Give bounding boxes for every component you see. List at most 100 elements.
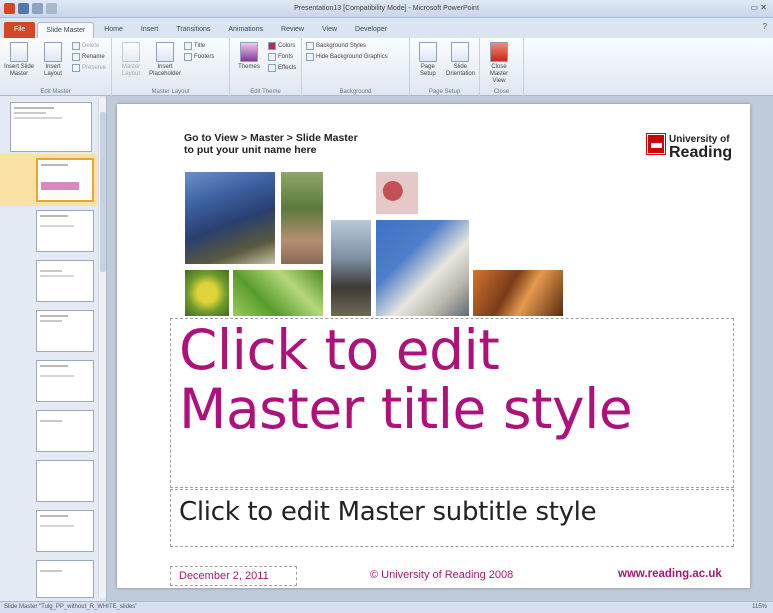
close-master-view-button[interactable]: Close Master View [484,40,514,96]
photo-basketball [331,220,371,316]
rename-label: Rename [82,54,105,60]
zoom-level[interactable]: 115% [752,604,767,610]
title-checkbox-label: Title [194,43,206,49]
preserve-button[interactable]: Preserve [72,64,106,72]
insert-slide-master-button[interactable]: Insert Slide Master [4,40,34,96]
status-bar: Slide Master "Tulg_PP_without_R_WHITE_sl… [0,601,773,613]
photo-modern-building [376,220,469,316]
hide-background-label: Hide Background Graphics [316,54,388,60]
tab-view[interactable]: View [314,22,345,38]
logo-line2: Reading [669,144,733,161]
insert-placeholder-button[interactable]: Insert Placeholder [149,40,181,96]
background-styles-button[interactable]: Background Styles [306,42,388,50]
instruction-line2: to put your unit name here [184,144,317,156]
title-placeholder[interactable]: Click to edit Master title style [170,318,734,488]
group-page-setup: Page Setup Slide Orientation Page Setup [410,38,480,96]
master-layout-label: Master Layout [121,64,141,77]
title-text: Click to edit Master title style [179,318,633,441]
tab-home[interactable]: Home [96,22,131,38]
hide-background-checkbox[interactable]: Hide Background Graphics [306,53,388,61]
thumbnail-layout[interactable] [36,560,94,598]
slide-orientation-label: Slide Orientation [445,64,476,77]
ribbon: Insert Slide Master Insert Layout Delete… [0,38,773,96]
group-label: Edit Master [40,89,71,95]
insert-layout-button[interactable]: Insert Layout [38,40,68,96]
group-edit-master: Insert Slide Master Insert Layout Delete… [0,38,112,96]
slide-thumbnail-pane [0,96,107,601]
workspace: Go to View > Master > Slide Master to pu… [0,96,773,601]
footer-url: www.reading.ac.uk [618,568,722,580]
group-label: Page Setup [428,89,461,95]
instruction-line1: Go to View > Master > Slide Master [184,132,358,144]
group-master-layout: Master Layout Insert Placeholder Title F… [112,38,230,96]
tab-developer[interactable]: Developer [347,22,395,38]
thumbnail-layout[interactable] [36,210,94,252]
subtitle-text: Click to edit Master subtitle style [179,497,597,527]
tab-review[interactable]: Review [273,22,312,38]
tab-transitions[interactable]: Transitions [168,22,218,38]
photo-abstract [473,270,563,316]
thumbnail-scrollbar[interactable] [98,98,106,598]
group-edit-theme: Themes Colors Fonts Effects Edit Theme [230,38,302,96]
insert-layout-label: Insert Layout [43,64,62,77]
slide-orientation-button[interactable]: Slide Orientation [446,40,475,96]
insert-slide-master-label: Insert Slide Master [4,64,35,77]
close-master-view-label: Close Master View [489,64,509,84]
slide-canvas[interactable]: Go to View > Master > Slide Master to pu… [117,104,750,588]
tab-slide-master[interactable]: Slide Master [37,22,95,38]
thumbnail-layout-title[interactable] [36,158,94,202]
window-title: Presentation13 [Compatibility Mode] - Mi… [294,5,479,12]
ribbon-tabs: File Slide Master Home Insert Transition… [0,18,773,38]
title-line1: Click to edit [179,318,500,382]
status-left: Slide Master "Tulg_PP_without_R_WHITE_sl… [4,604,138,610]
help-icon[interactable]: ? [763,22,767,31]
background-styles-label: Background Styles [316,43,367,49]
master-layout-button[interactable]: Master Layout [116,40,146,96]
window-controls[interactable]: ▭ ✕ [751,3,767,12]
thumbnail-layout[interactable] [36,360,94,402]
themes-button[interactable]: Themes [234,40,264,96]
effects-button[interactable]: Effects [268,64,296,72]
preserve-label: Preserve [82,65,107,71]
crest-icon [646,133,666,155]
footers-checkbox-label: Footers [194,54,215,60]
delete-button[interactable]: Delete [72,42,106,50]
date-placeholder[interactable]: December 2, 2011 [170,566,297,586]
subtitle-placeholder[interactable]: Click to edit Master subtitle style [170,489,734,547]
photo-sculpture [376,172,418,214]
group-label: Background [339,89,372,95]
title-line2: Master title style [179,377,633,441]
thumbnail-layout[interactable] [36,510,94,552]
title-bar: Presentation13 [Compatibility Mode] - Mi… [0,0,773,18]
tab-insert[interactable]: Insert [133,22,167,38]
group-label: Edit Theme [250,89,281,95]
page-setup-label: Page Setup [419,64,436,77]
thumbnail-layout[interactable] [36,410,94,452]
page-setup-button[interactable]: Page Setup [414,40,442,96]
insert-placeholder-label: Insert Placeholder [149,64,181,77]
group-background: Background Styles Hide Background Graphi… [302,38,410,96]
tab-animations[interactable]: Animations [220,22,271,38]
thumbnail-layout[interactable] [36,460,94,502]
group-label: Master Layout [151,89,190,95]
photo-flowers [185,270,229,316]
university-logo: University of Reading [646,133,733,161]
delete-label: Delete [82,43,100,49]
footer-copyright: © University of Reading 2008 [370,569,514,581]
fonts-button[interactable]: Fonts [268,53,296,61]
photo-students [281,172,323,264]
fonts-label: Fonts [278,54,294,60]
footers-checkbox[interactable]: Footers [184,53,214,61]
thumbnail-layout[interactable] [36,310,94,352]
effects-label: Effects [278,65,297,71]
themes-label: Themes [238,64,260,70]
group-label: Close [493,89,510,95]
thumbnail-slide-master[interactable] [10,102,92,152]
photo-building [185,172,275,264]
tab-file[interactable]: File [4,22,36,38]
rename-button[interactable]: Rename [72,53,106,61]
title-checkbox[interactable]: Title [184,42,214,50]
colors-button[interactable]: Colors [268,42,296,50]
thumbnail-layout[interactable] [36,260,94,302]
unit-name-instruction: Go to View > Master > Slide Master to pu… [184,132,358,156]
